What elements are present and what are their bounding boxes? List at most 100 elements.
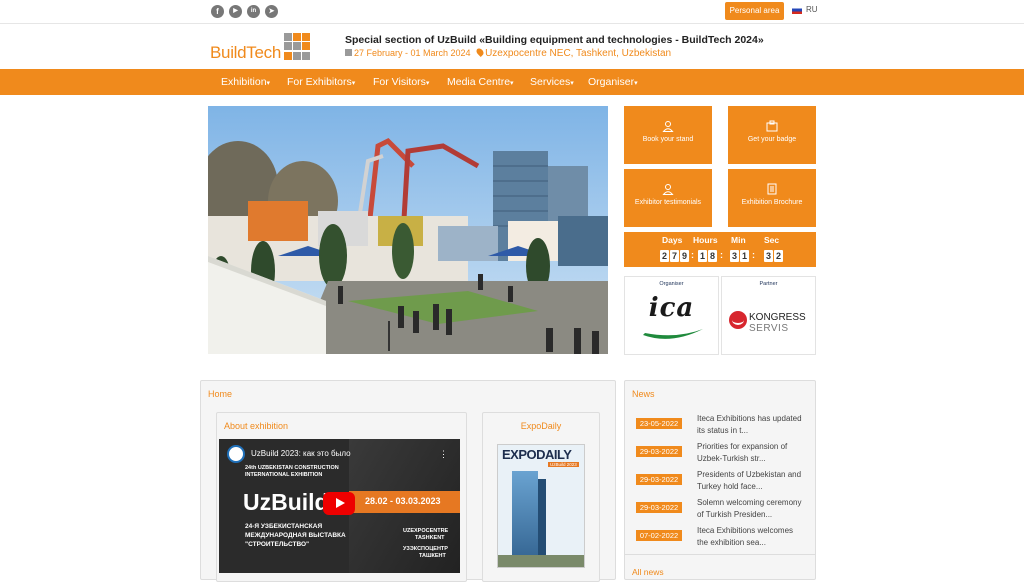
video-ru3: "СТРОИТЕЛЬСТВО" xyxy=(245,541,310,548)
partner-sub: SERVIS xyxy=(749,323,789,334)
exhibition-title: Special section of UzBuild «Building equ… xyxy=(345,34,764,46)
expodaily-title[interactable]: ExpoDaily xyxy=(483,413,599,439)
personal-area-button[interactable]: Personal area xyxy=(725,2,784,20)
exhibition-brochure-label: Exhibition Brochure xyxy=(741,199,803,206)
countdown: Days Hours Min Sec 279 : 18 : 31 : 32 xyxy=(624,232,816,267)
user-icon xyxy=(662,121,674,132)
video-brand: UzBuild xyxy=(243,489,329,515)
user-icon xyxy=(662,184,674,195)
logo[interactable]: BuildTech xyxy=(210,43,281,63)
kongress-logo-curve-icon xyxy=(732,315,744,325)
countdown-digit: 3 xyxy=(764,250,773,262)
nav-for-visitors[interactable]: For Visitors▾ xyxy=(373,76,429,88)
news-date: 29-03-2022 xyxy=(636,446,682,457)
news-title: News xyxy=(632,389,655,399)
hero-photo xyxy=(208,106,608,354)
video-title: UzBuild 2023: как это было xyxy=(251,449,351,458)
location-pin-icon xyxy=(475,47,486,57)
more-options-icon[interactable]: ⋮ xyxy=(439,449,448,460)
video-ru1: 24-Я УЗБЕКИСТАНСКАЯ xyxy=(245,523,323,530)
exhibition-dates: 27 February - 01 March 2024 xyxy=(354,48,471,58)
news-date: 29-03-2022 xyxy=(636,474,682,485)
news-item[interactable]: 29-03-2022 Solemn welcoming ceremony of T… xyxy=(636,497,806,521)
chevron-down-icon: ▾ xyxy=(266,80,271,87)
get-badge-label: Get your badge xyxy=(747,136,797,143)
news-item[interactable]: 07-02-2022 Iteca Exhibitions welcomes the… xyxy=(636,525,806,549)
chevron-down-icon: ▾ xyxy=(351,80,356,87)
ica-sub: eurasia xyxy=(663,328,686,335)
get-badge-button[interactable]: Get your badge xyxy=(728,106,816,164)
expodaily-sub: UzBuild 2023 xyxy=(548,462,579,467)
chevron-down-icon: ▾ xyxy=(634,80,638,87)
exhibitor-testimonials-button[interactable]: Exhibitor testimonials xyxy=(624,169,712,227)
news-headline[interactable]: Solemn welcoming ceremony of Turkish Pres… xyxy=(697,497,809,520)
exhibition-info: 27 February - 01 March 2024 Uzexpocentre… xyxy=(345,47,672,59)
video-dates: 28.02 - 03.03.2023 xyxy=(365,496,441,506)
header: BuildTech Special section of UzBuild «Bu… xyxy=(0,25,1024,69)
about-exhibition-title[interactable]: About exhibition xyxy=(217,413,466,439)
logo-grid-icon xyxy=(284,33,311,60)
video-venue3: УЗЭКСПОЦЕНТР xyxy=(403,546,448,552)
iteca-channel-icon xyxy=(227,445,245,463)
facebook-icon[interactable]: f xyxy=(211,5,224,18)
news-item[interactable]: 29-03-2022 Priorities for expansion of Uz… xyxy=(636,441,806,465)
organiser-logo-card[interactable]: Organiser ica eurasia xyxy=(624,276,719,355)
chevron-down-icon: ▾ xyxy=(570,80,574,87)
countdown-digit: 7 xyxy=(670,250,679,262)
news-headline[interactable]: Iteca Exhibitions welcomes the exhibition… xyxy=(697,525,809,548)
countdown-digit: 1 xyxy=(740,250,749,262)
nav-exhibition[interactable]: Exhibition▾ xyxy=(221,76,270,88)
book-stand-button[interactable]: Book your stand xyxy=(624,106,712,164)
countdown-min-label: Min xyxy=(731,235,746,245)
video-venue2: TASHKENT xyxy=(415,535,445,541)
russia-flag-icon xyxy=(792,5,802,14)
expodaily-brand: EXPODAILY xyxy=(502,447,572,462)
video-venue4: ТАШКЕНТ xyxy=(419,553,446,559)
news-date: 23-05-2022 xyxy=(636,418,682,429)
news-headline[interactable]: Presidents of Uzbekistan and Turkey hold … xyxy=(697,469,809,492)
news-item[interactable]: 23-05-2022 Iteca Exhibitions has updated… xyxy=(636,413,806,437)
nav-for-exhibitors[interactable]: For Exhibitors▾ xyxy=(287,76,355,88)
video-line1: 24th UZBEKISTAN CONSTRUCTION xyxy=(245,465,339,471)
home-title: Home xyxy=(208,389,233,399)
news-headline[interactable]: Iteca Exhibitions has updated its status … xyxy=(697,413,809,436)
top-bar: f ▶ in ➤ Personal area RU xyxy=(0,0,1024,24)
linkedin-icon[interactable]: in xyxy=(247,5,260,18)
organiser-label: Organiser xyxy=(659,281,684,287)
news-headline[interactable]: Priorities for expansion of Uzbek-Turkish… xyxy=(697,441,809,464)
partner-label: Partner xyxy=(759,281,778,287)
countdown-days-label: Days xyxy=(662,235,683,245)
news-divider xyxy=(624,554,816,555)
countdown-hours-label: Hours xyxy=(693,235,718,245)
chevron-down-icon: ▾ xyxy=(510,80,514,87)
partner-logo-card[interactable]: Partner KONGRESS SERVIS xyxy=(721,276,816,355)
magazine-ground xyxy=(498,555,584,567)
magazine-tower-image xyxy=(512,471,538,567)
document-icon xyxy=(767,183,777,195)
main-nav: Exhibition▾ For Exhibitors▾ For Visitors… xyxy=(0,69,1024,95)
countdown-digit: 3 xyxy=(730,250,739,262)
exhibition-venue: Uzexpocentre NEC, Tashkent, Uzbekistan xyxy=(485,48,672,59)
countdown-digit: 8 xyxy=(708,250,717,262)
nav-services[interactable]: Services▾ xyxy=(530,76,574,88)
nav-organiser[interactable]: Organiser▾ xyxy=(588,76,638,88)
chevron-down-icon: ▾ xyxy=(425,80,430,87)
video-player[interactable]: UzBuild 2023: как это было ⋮ 24th UZBEKI… xyxy=(219,439,460,573)
calendar-icon xyxy=(345,49,352,56)
video-venue1: UZEXPOCENTRE xyxy=(403,528,449,534)
book-stand-label: Book your stand xyxy=(642,136,694,143)
news-item[interactable]: 29-03-2022 Presidents of Uzbekistan and T… xyxy=(636,469,806,493)
news-date: 07-02-2022 xyxy=(636,530,682,541)
expodaily-cover[interactable]: EXPODAILY UzBuild 2023 xyxy=(497,444,585,568)
nav-media-centre[interactable]: Media Centre▾ xyxy=(447,76,514,88)
exhibition-brochure-button[interactable]: Exhibition Brochure xyxy=(728,169,816,227)
play-triangle-icon xyxy=(336,498,345,508)
countdown-digit: 9 xyxy=(680,250,689,262)
countdown-digit: 2 xyxy=(660,250,669,262)
youtube-icon[interactable]: ▶ xyxy=(229,5,242,18)
language-switcher[interactable]: RU xyxy=(792,5,818,14)
telegram-icon[interactable]: ➤ xyxy=(265,5,278,18)
language-label: RU xyxy=(806,5,818,14)
ica-logo: ica xyxy=(648,293,695,323)
countdown-digit: 1 xyxy=(698,250,707,262)
